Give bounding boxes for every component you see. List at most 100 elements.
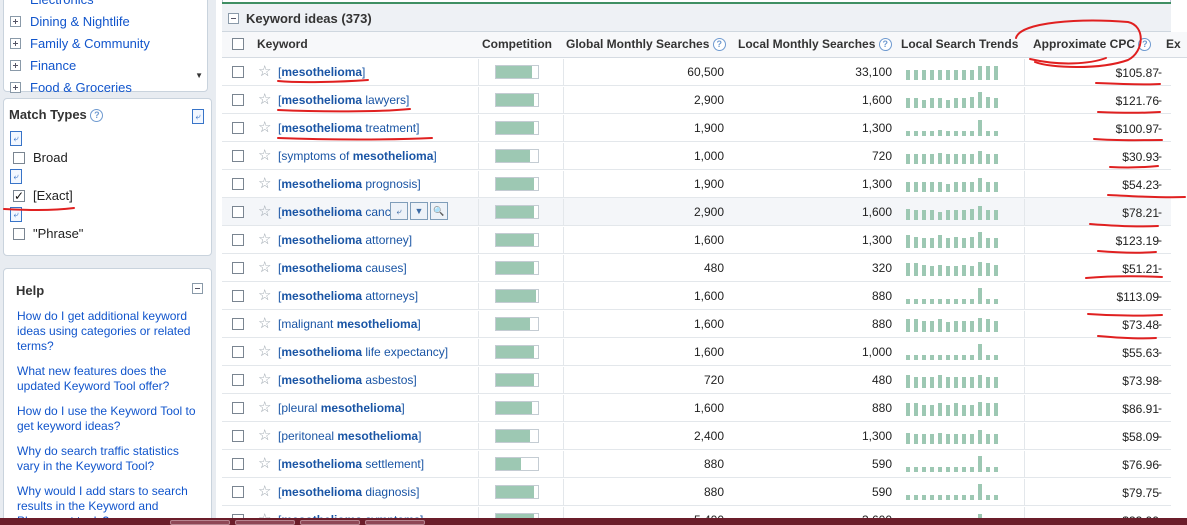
- category-item[interactable]: Family & Community: [10, 32, 150, 54]
- help-icon[interactable]: ?: [878, 38, 892, 52]
- table-row[interactable]: ☆ [symptoms of mesothelioma] 1,000 720 $30.9…: [222, 142, 1171, 170]
- keyword-link[interactable]: [peritoneal mesothelioma]: [278, 429, 421, 443]
- row-checkbox[interactable]: [232, 374, 244, 386]
- header-search-trends[interactable]: Local Search Trends: [901, 37, 1018, 51]
- star-icon[interactable]: ☆: [258, 370, 271, 388]
- star-icon[interactable]: ☆: [258, 90, 271, 108]
- expand-icon[interactable]: [10, 81, 21, 93]
- star-icon[interactable]: ☆: [258, 314, 271, 332]
- category-item[interactable]: Electronics: [10, 0, 150, 10]
- table-row[interactable]: ☆ [mesothelioma asbestos] 720 480 $73.98-: [222, 366, 1171, 394]
- keyword-link[interactable]: [mesothelioma diagnosis]: [278, 485, 419, 499]
- row-checkbox[interactable]: [232, 430, 244, 442]
- row-checkbox[interactable]: [232, 178, 244, 190]
- keyword-link[interactable]: [mesothelioma causes]: [278, 261, 407, 275]
- star-icon[interactable]: ☆: [258, 146, 271, 164]
- star-icon[interactable]: ☆: [258, 342, 271, 360]
- category-item[interactable]: Food & Groceries: [10, 76, 150, 98]
- row-checkbox[interactable]: [232, 94, 244, 106]
- table-row[interactable]: ☆ [mesothelioma cancer]⤶▼🔍 2,900 1,600 $78.2…: [222, 198, 1171, 226]
- expand-icon[interactable]: [10, 15, 21, 27]
- keyword-link[interactable]: [malignant mesothelioma]: [278, 317, 421, 331]
- header-keyword[interactable]: Keyword: [257, 37, 308, 51]
- insert-bracket-icon[interactable]: ⤶: [10, 131, 22, 146]
- row-checkbox[interactable]: [232, 458, 244, 470]
- table-row[interactable]: ☆ [mesothelioma diagnosis] 880 590 $79.75-: [222, 478, 1171, 506]
- table-row[interactable]: ☆ [mesothelioma attorney] 1,600 1,300 $123.1…: [222, 226, 1171, 254]
- star-icon[interactable]: ☆: [258, 230, 271, 248]
- expand-icon[interactable]: [10, 59, 21, 71]
- keyword-link[interactable]: [mesothelioma life expectancy]: [278, 345, 448, 359]
- help-link[interactable]: How do I get additional keyword ideas us…: [17, 309, 202, 354]
- row-checkbox[interactable]: [232, 290, 244, 302]
- search-icon[interactable]: 🔍: [430, 202, 448, 220]
- taskbar-button[interactable]: [300, 520, 360, 525]
- row-checkbox[interactable]: [232, 122, 244, 134]
- keyword-link[interactable]: [mesothelioma treatment]: [278, 121, 419, 135]
- table-row[interactable]: ☆ [pleural mesothelioma] 1,600 880 $86.91-: [222, 394, 1171, 422]
- star-icon[interactable]: ☆: [258, 454, 271, 472]
- keyword-link[interactable]: [pleural mesothelioma]: [278, 401, 405, 415]
- star-icon[interactable]: ☆: [258, 118, 271, 136]
- select-all-checkbox[interactable]: [232, 38, 244, 50]
- collapse-icon[interactable]: [192, 283, 203, 294]
- row-checkbox[interactable]: [232, 150, 244, 162]
- star-icon[interactable]: ☆: [258, 258, 271, 276]
- row-checkbox[interactable]: [232, 206, 244, 218]
- header-approx-cpc[interactable]: Approximate CPC ?: [1033, 37, 1152, 52]
- dropdown-icon[interactable]: ▼: [410, 202, 428, 220]
- table-row[interactable]: ☆ [mesothelioma settlement] 880 590 $76.96-: [222, 450, 1171, 478]
- table-row[interactable]: ☆ [mesothelioma attorneys] 1,600 880 $113.09…: [222, 282, 1171, 310]
- table-row[interactable]: ☆ [peritoneal mesothelioma] 2,400 1,300 $58.…: [222, 422, 1171, 450]
- scroll-down-arrow[interactable]: ▼: [195, 71, 203, 80]
- taskbar-button[interactable]: [170, 520, 230, 525]
- keyword-link[interactable]: [mesothelioma prognosis]: [278, 177, 421, 191]
- header-competition[interactable]: Competition: [482, 37, 552, 51]
- help-icon[interactable]: ?: [1138, 38, 1152, 52]
- help-link[interactable]: Why do search traffic statistics vary in…: [17, 444, 202, 474]
- table-row[interactable]: ☆ [mesothelioma] 60,500 33,100 $105.87-: [222, 58, 1171, 86]
- keyword-link[interactable]: [mesothelioma lawyers]: [278, 93, 409, 107]
- keyword-link[interactable]: [mesothelioma]: [278, 65, 365, 79]
- keyword-link[interactable]: [symptoms of mesothelioma]: [278, 149, 437, 163]
- help-icon[interactable]: ?: [712, 38, 726, 52]
- table-row[interactable]: ☆ [mesothelioma treatment] 1,900 1,300 $100.…: [222, 114, 1171, 142]
- collapse-icon[interactable]: [228, 13, 239, 24]
- star-icon[interactable]: ☆: [258, 202, 271, 220]
- keyword-link[interactable]: [mesothelioma settlement]: [278, 457, 424, 471]
- broad-checkbox[interactable]: [13, 151, 25, 164]
- header-global-searches[interactable]: Global Monthly Searches ?: [566, 37, 726, 52]
- row-checkbox[interactable]: [232, 486, 244, 498]
- insert-bracket-icon[interactable]: ⤶: [10, 207, 22, 222]
- row-checkbox[interactable]: [232, 262, 244, 274]
- table-row[interactable]: ☆ [mesothelioma prognosis] 1,900 1,300 $54.2…: [222, 170, 1171, 198]
- header-local-searches[interactable]: Local Monthly Searches ?: [738, 37, 892, 52]
- keyword-link[interactable]: [mesothelioma asbestos]: [278, 373, 417, 387]
- keyword-link[interactable]: [mesothelioma cancer]: [278, 205, 390, 219]
- category-item[interactable]: Finance: [10, 54, 150, 76]
- row-checkbox[interactable]: [232, 318, 244, 330]
- exact-checkbox[interactable]: [13, 189, 25, 203]
- table-row[interactable]: ☆ [malignant mesothelioma] 1,600 880 $73.48-: [222, 310, 1171, 338]
- row-checkbox[interactable]: [232, 66, 244, 78]
- match-option-phrase[interactable]: "Phrase": [13, 226, 83, 241]
- taskbar-button[interactable]: [235, 520, 295, 525]
- row-checkbox[interactable]: [232, 402, 244, 414]
- help-icon[interactable]: ?: [90, 109, 104, 123]
- match-option-exact[interactable]: [Exact]: [13, 188, 73, 203]
- match-option-broad[interactable]: Broad: [13, 150, 68, 165]
- help-link[interactable]: What new features does the updated Keywo…: [17, 364, 202, 394]
- table-row[interactable]: ☆ [mesothelioma causes] 480 320 $51.21-: [222, 254, 1171, 282]
- help-link[interactable]: How do I use the Keyword Tool to get key…: [17, 404, 202, 434]
- star-icon[interactable]: ☆: [258, 174, 271, 192]
- phrase-checkbox[interactable]: [13, 227, 25, 240]
- taskbar-button[interactable]: [365, 520, 425, 525]
- star-icon[interactable]: ☆: [258, 426, 271, 444]
- row-checkbox[interactable]: [232, 346, 244, 358]
- star-icon[interactable]: ☆: [258, 482, 271, 500]
- insert-bracket-icon[interactable]: ⤶: [10, 169, 22, 184]
- star-icon[interactable]: ☆: [258, 286, 271, 304]
- row-checkbox[interactable]: [232, 234, 244, 246]
- category-item[interactable]: Dining & Nightlife: [10, 10, 150, 32]
- add-icon[interactable]: ⤶: [390, 202, 408, 220]
